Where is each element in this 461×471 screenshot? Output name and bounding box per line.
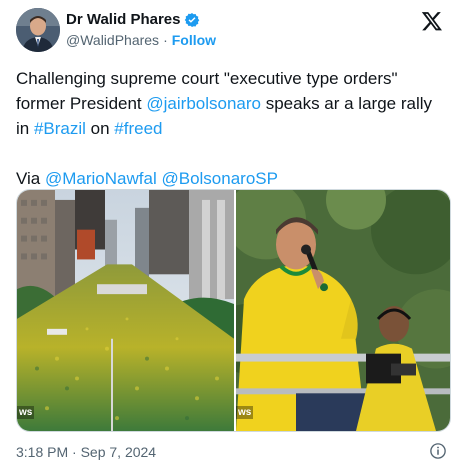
verified-badge-icon: [185, 12, 200, 27]
media-grid: ws ws: [16, 189, 451, 432]
tweet-text: Challenging supreme court "executive typ…: [16, 66, 446, 191]
tweet-timestamp[interactable]: 3:18 PM · Sep 7, 2024: [16, 444, 156, 460]
mention-jairbolsonaro[interactable]: @jairbolsonaro: [146, 94, 261, 113]
crowd-photo[interactable]: [17, 190, 234, 431]
info-icon[interactable]: [429, 442, 447, 460]
hashtag-freed[interactable]: #freed: [114, 119, 162, 138]
x-logo-icon[interactable]: [421, 10, 443, 32]
handle-separator: ·: [163, 32, 168, 48]
author-name[interactable]: Dr Walid Phares: [66, 11, 180, 28]
tweet-card: Dr Walid Phares @WalidPhares · Follow Ch…: [0, 0, 461, 471]
tweet-body: Challenging supreme court "executive typ…: [16, 66, 446, 141]
mention-bolsonarosp[interactable]: @BolsonaroSP: [161, 169, 278, 188]
watermark-label: ws: [236, 406, 254, 419]
text-segment: on: [85, 119, 115, 138]
avatar[interactable]: [16, 8, 60, 52]
via-line: Via @MarioNawfal @BolsonaroSP: [16, 166, 446, 191]
author-handle[interactable]: @WalidPhares: [66, 32, 159, 48]
hashtag-brazil[interactable]: #Brazil: [34, 119, 86, 138]
follow-button[interactable]: Follow: [172, 32, 216, 48]
watermark-label: ws: [17, 406, 35, 419]
via-label: Via: [16, 169, 45, 188]
mention-marionawfal[interactable]: @MarioNawfal: [45, 169, 157, 188]
speaker-photo[interactable]: [236, 190, 451, 431]
